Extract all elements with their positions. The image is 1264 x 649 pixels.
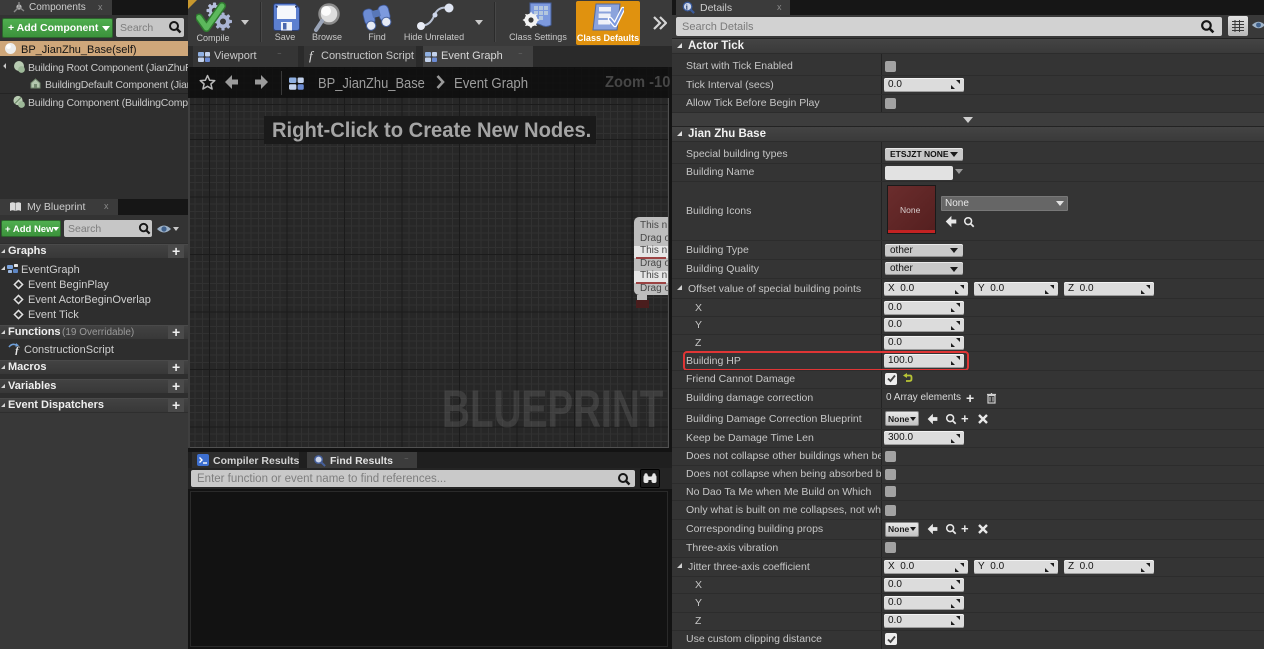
- svg-text:f: f: [15, 345, 20, 355]
- svg-text:i: i: [686, 2, 688, 11]
